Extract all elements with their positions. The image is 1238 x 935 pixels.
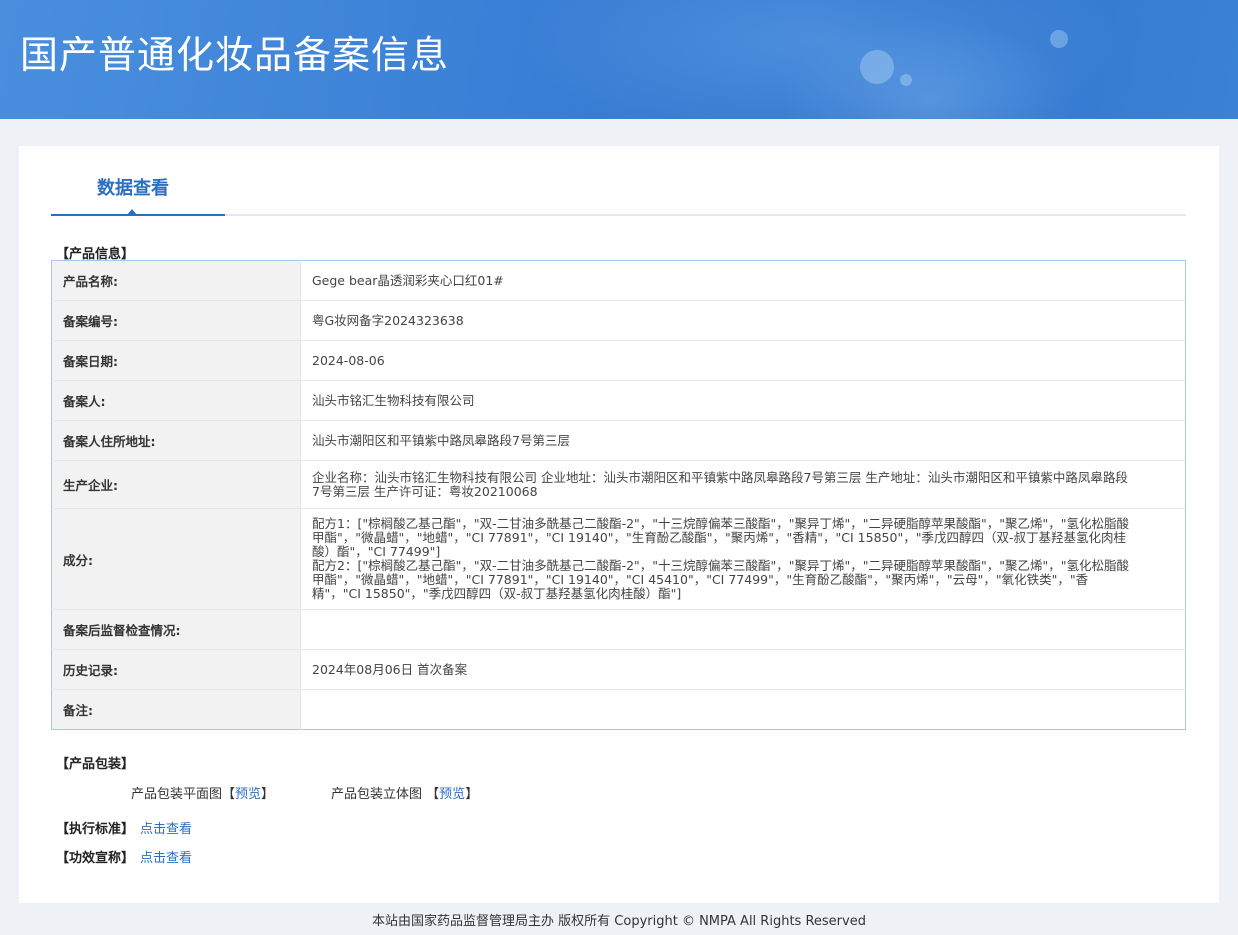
packaging-flat-preview-link[interactable]: 预览	[235, 787, 261, 802]
tab-bar: 数据查看	[51, 146, 1186, 216]
section-packaging: 【产品包装】	[56, 757, 135, 772]
efficacy-row: 【功效宣称】 点击查看	[56, 847, 192, 866]
bracket-close: 】	[465, 787, 479, 802]
row-value: 汕头市潮阳区和平镇紫中路凤皋路段7号第三层	[300, 420, 1186, 461]
table-row: 成分: 配方1：["棕榈酸乙基己酯"，"双-二甘油多酰基己二酸酯-2"，"十三烷醇…	[51, 508, 1186, 610]
header-bubble	[1050, 30, 1068, 48]
table-row: 备案后监督检查情况:	[51, 609, 1186, 650]
bracket-close: 】	[261, 787, 275, 802]
content-card: 数据查看 【产品信息】 产品名称: Gege bear晶透润彩夹心口红01# 备案编…	[19, 146, 1219, 903]
row-value: 企业名称：汕头市铭汇生物科技有限公司 企业地址：汕头市潮阳区和平镇紫中路凤皋路段…	[300, 460, 1186, 509]
row-label: 备案后监督检查情况:	[51, 609, 301, 650]
tab-data-view[interactable]: 数据查看	[51, 146, 225, 216]
table-row: 备案人: 汕头市铭汇生物科技有限公司	[51, 380, 1186, 421]
row-value: 2024-08-06	[300, 340, 1186, 381]
table-row: 产品名称: Gege bear晶透润彩夹心口红01#	[51, 260, 1186, 301]
packaging-solid-label: 产品包装立体图	[331, 787, 423, 802]
packaging-flat-label: 产品包装平面图	[131, 787, 223, 802]
bracket-open: 【	[222, 787, 236, 802]
efficacy-view-link[interactable]: 点击查看	[140, 851, 192, 866]
row-label: 备案编号:	[51, 300, 301, 341]
tab-label: 数据查看	[97, 178, 169, 199]
table-row: 生产企业: 企业名称：汕头市铭汇生物科技有限公司 企业地址：汕头市潮阳区和平镇紫中…	[51, 460, 1186, 509]
table-row: 备案人住所地址: 汕头市潮阳区和平镇紫中路凤皋路段7号第三层	[51, 420, 1186, 461]
row-label: 备案日期:	[51, 340, 301, 381]
standard-row: 【执行标准】 点击查看	[56, 818, 192, 837]
header-bubble	[900, 74, 912, 86]
row-value	[301, 690, 1186, 730]
section-efficacy: 【功效宣称】	[56, 851, 135, 866]
packaging-flat: 产品包装平面图【预览】	[131, 783, 274, 802]
bracket-open: 【	[426, 787, 440, 802]
header-bubble	[860, 50, 894, 84]
row-label: 成分:	[51, 508, 301, 610]
row-label: 生产企业:	[51, 460, 301, 509]
table-row: 历史记录: 2024年08月06日 首次备案	[51, 649, 1186, 690]
page-title: 国产普通化妆品备案信息	[20, 33, 450, 77]
standard-view-link[interactable]: 点击查看	[140, 822, 192, 837]
row-label: 备案人:	[51, 380, 301, 421]
row-label: 备案人住所地址:	[51, 420, 301, 461]
packaging-solid-preview-link[interactable]: 预览	[439, 787, 465, 802]
row-value: 汕头市铭汇生物科技有限公司	[300, 380, 1186, 421]
row-value: 配方1：["棕榈酸乙基己酯"，"双-二甘油多酰基己二酸酯-2"，"十三烷醇偏苯三…	[300, 508, 1186, 610]
table-row: 备案日期: 2024-08-06	[51, 340, 1186, 381]
page-footer: 本站由国家药品监督管理局主办 版权所有 Copyright © NMPA All…	[372, 914, 866, 929]
tab-caret-icon	[126, 209, 138, 216]
row-value: Gege bear晶透润彩夹心口红01#	[300, 260, 1186, 301]
packaging-solid: 产品包装立体图 【预览】	[331, 783, 478, 802]
row-value: 粤G妆网备字2024323638	[300, 300, 1186, 341]
row-value: 2024年08月06日 首次备案	[300, 649, 1186, 690]
row-label: 历史记录:	[51, 649, 301, 690]
row-value	[300, 609, 1186, 650]
row-label: 备注:	[51, 689, 301, 730]
table-row: 备注:	[51, 689, 1186, 730]
page-header: 国产普通化妆品备案信息	[0, 0, 1238, 119]
section-standard: 【执行标准】	[56, 822, 135, 837]
product-info-table: 产品名称: Gege bear晶透润彩夹心口红01# 备案编号: 粤G妆网备字2024…	[51, 260, 1186, 730]
row-label: 产品名称:	[51, 260, 301, 301]
table-row: 备案编号: 粤G妆网备字2024323638	[51, 300, 1186, 341]
